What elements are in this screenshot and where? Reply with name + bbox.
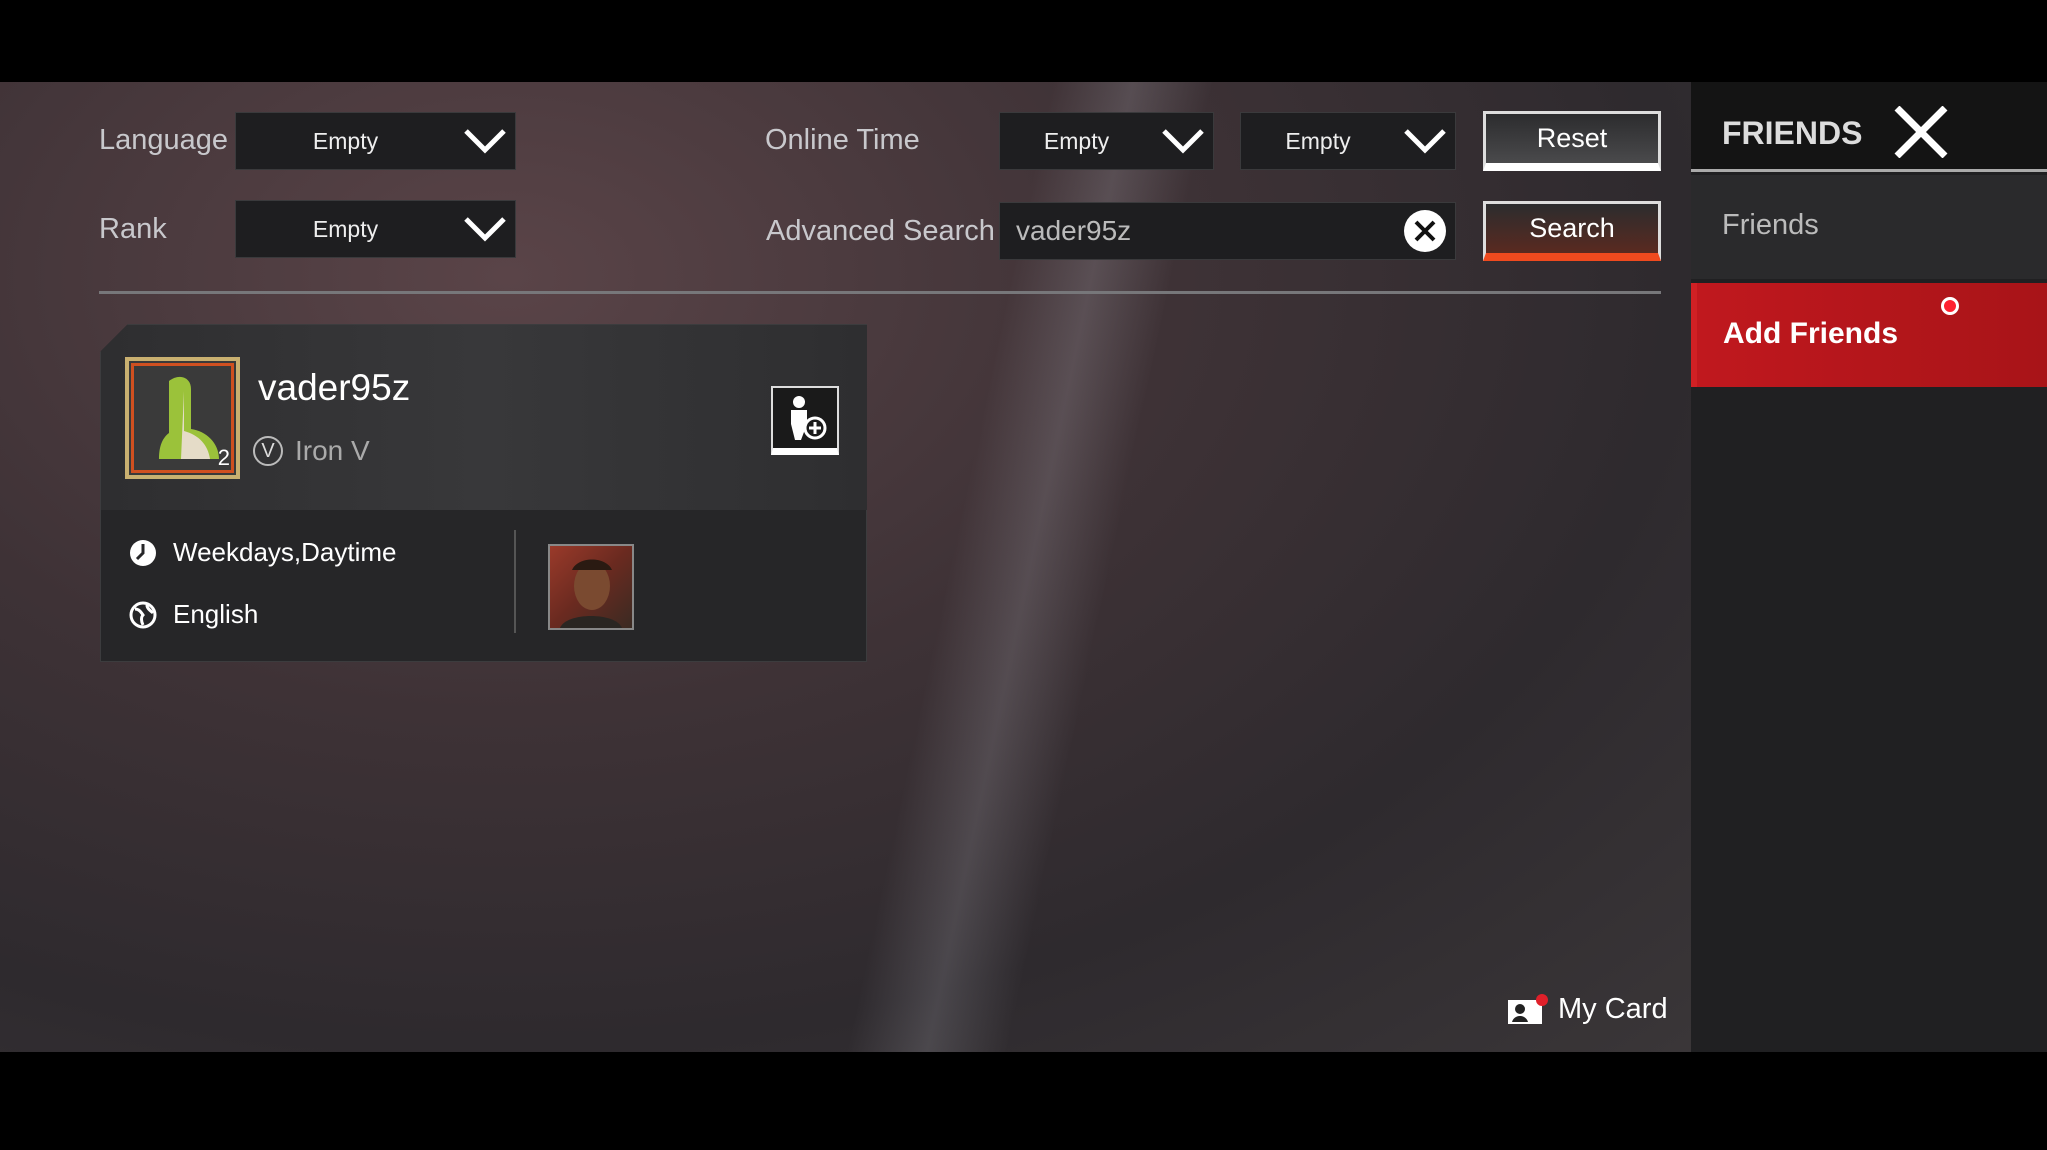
rank-label: Rank [99, 213, 167, 245]
player-level: 2 [217, 445, 230, 470]
online-time-to-dropdown[interactable]: Empty [1240, 112, 1456, 170]
chevron-down-icon [455, 128, 515, 154]
advanced-search-input[interactable]: vader95z [999, 202, 1456, 260]
sidebar-item-add-friends[interactable]: Add Friends [1691, 283, 2047, 387]
player-language: English [173, 599, 259, 629]
advanced-search-label: Advanced Search [766, 215, 995, 247]
chevron-down-icon [1395, 128, 1455, 154]
language-dropdown[interactable]: Empty [235, 112, 516, 170]
online-time-from-dropdown[interactable]: Empty [999, 112, 1214, 170]
language-label: Language [99, 124, 229, 156]
sidebar-item-friends[interactable]: Friends [1691, 175, 2047, 279]
chevron-down-icon [455, 216, 515, 242]
sidebar-item-label: Friends [1722, 209, 1819, 241]
chevron-down-icon [1153, 128, 1213, 154]
reset-button[interactable]: Reset [1483, 111, 1661, 171]
friends-sidebar: FRIENDS Friends Add Friends [1691, 82, 2047, 1052]
search-button[interactable]: Search [1483, 201, 1661, 261]
online-time-from-value: Empty [1043, 127, 1110, 154]
player-name: vader95z [258, 367, 411, 408]
rank-badge-icon: V [253, 436, 283, 466]
sidebar-title: FRIENDS [1722, 115, 1863, 151]
sidebar-item-label: Add Friends [1723, 317, 1899, 350]
clear-search-icon[interactable] [1395, 208, 1455, 254]
player-online-time: Weekdays,Daytime [173, 537, 397, 567]
globe-icon [129, 601, 157, 634]
language-value: Empty [312, 127, 379, 154]
player-card: 2 vader95z V Iron V Weekdays,Daytime Eng… [100, 324, 867, 662]
online-time-label: Online Time [765, 124, 920, 156]
online-time-to-value: Empty [1285, 127, 1351, 154]
add-friend-button[interactable] [771, 386, 839, 455]
my-card-button[interactable]: My Card [1558, 993, 1668, 1026]
my-card-icon[interactable] [1506, 994, 1550, 1031]
legend-portrait [548, 544, 634, 630]
advanced-search-value: vader95z [1016, 215, 1132, 246]
divider [99, 291, 1661, 294]
rank-dropdown[interactable]: Empty [235, 200, 516, 258]
close-icon[interactable] [1893, 105, 1949, 163]
clock-icon [129, 539, 157, 572]
player-rank: Iron V [295, 435, 370, 466]
player-avatar: 2 [125, 357, 240, 479]
notification-dot [1941, 297, 1959, 315]
rank-value: Empty [312, 215, 379, 242]
add-person-icon [791, 396, 827, 440]
